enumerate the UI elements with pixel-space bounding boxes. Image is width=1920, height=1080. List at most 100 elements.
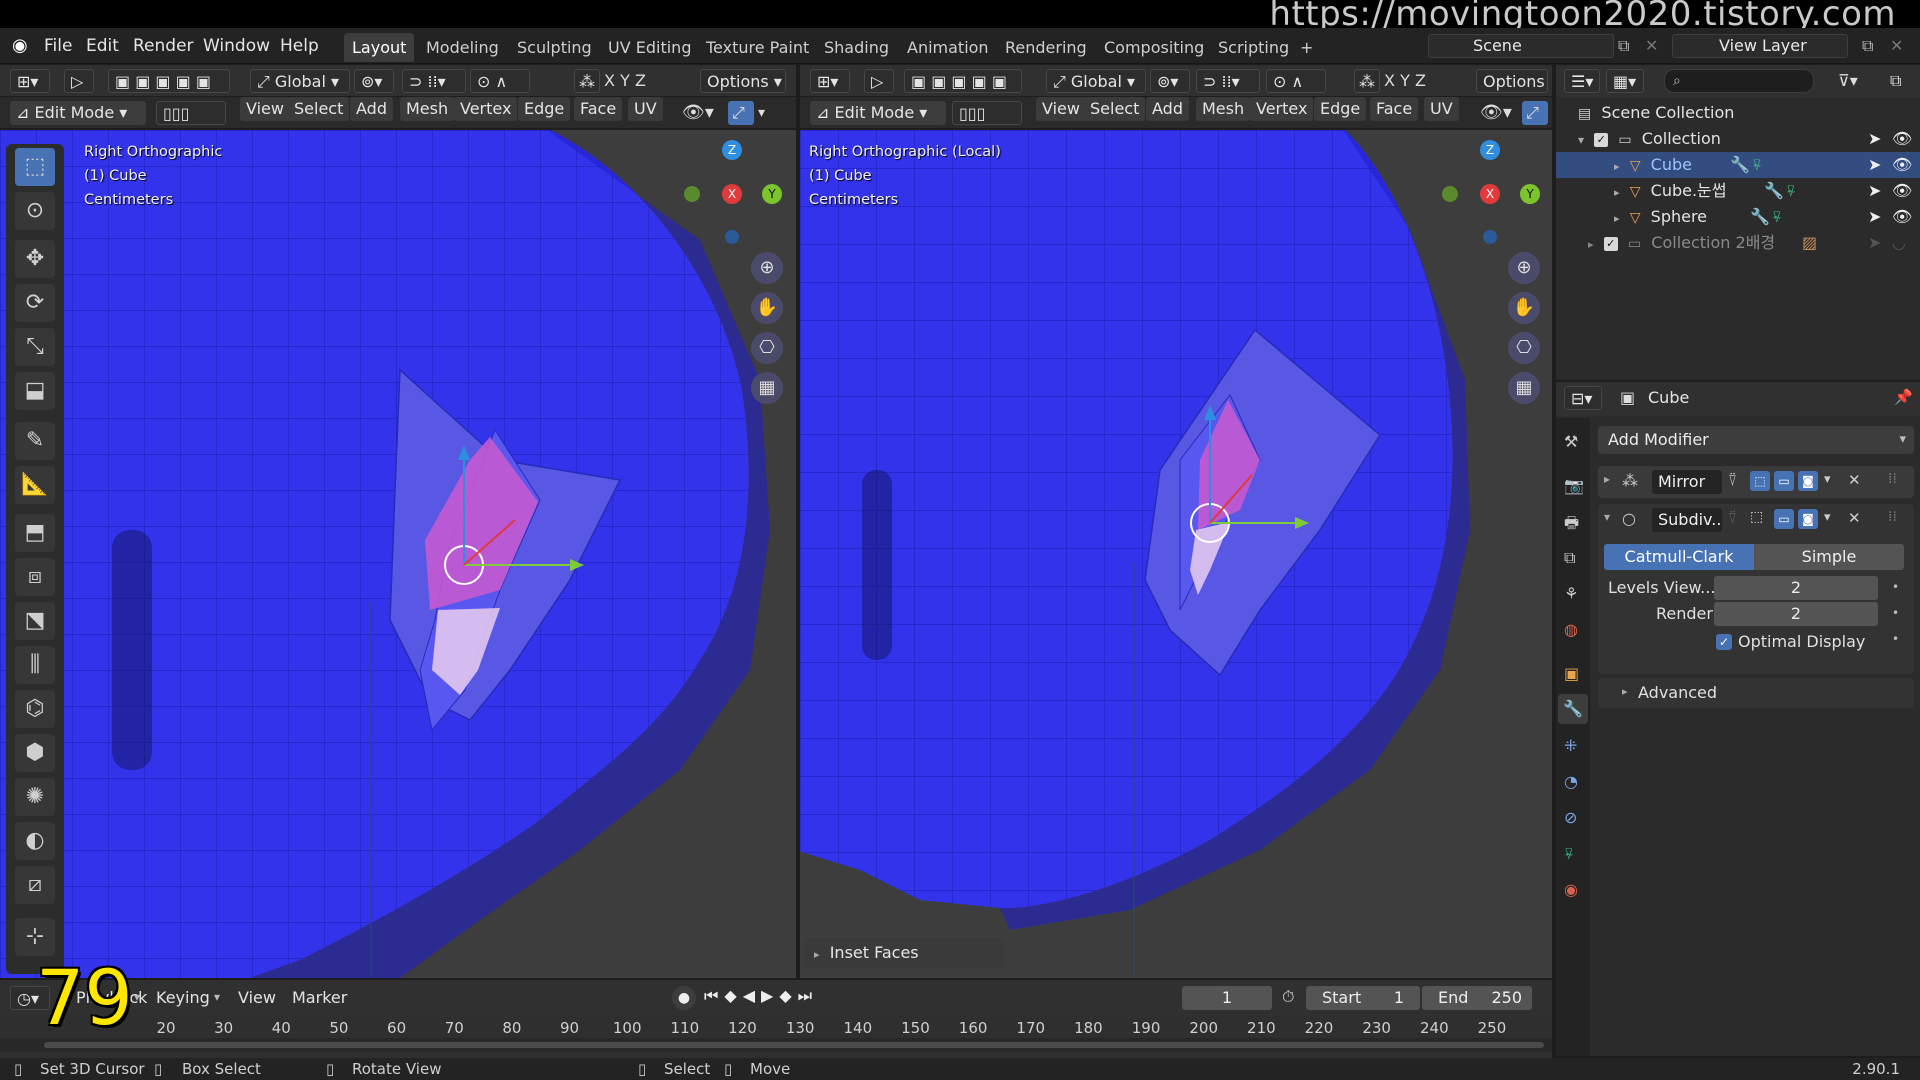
blender-logo-icon[interactable]: ◉ [12,36,34,56]
visibility-icon[interactable]: 👁▾ [682,101,714,125]
gizmo-y-axis[interactable]: Y [762,184,782,204]
tab-sculpting[interactable]: Sculpting [509,33,600,62]
outliner-item-sphere[interactable]: ▸ ▽ Sphere 🔧 ⍫ ➤ 👁 [1614,204,1912,230]
eye-icon[interactable]: 👁 [1892,152,1912,178]
view-layer-selector[interactable]: View Layer [1672,34,1848,58]
collection-checkbox[interactable]: ✓ [1594,132,1609,147]
tab-uv-editing[interactable]: UV Editing [600,33,699,62]
proportional-edit-right[interactable]: ⊙ ∧ [1266,69,1326,93]
tab-texture-paint[interactable]: Texture Paint [698,33,817,62]
menu-face[interactable]: Face [574,97,623,121]
cage-toggle-icon[interactable]: ⬚ [1750,471,1770,491]
mirror-options-icon-right[interactable]: ⁂ [1354,69,1380,93]
loop-cut-tool-icon[interactable]: ⫼ [15,646,55,684]
knife-tool-icon[interactable]: ⌬ [15,690,55,728]
gizmo-neg-y[interactable] [684,186,700,202]
menu-vertex[interactable]: Vertex [454,97,518,121]
properties-editor-type[interactable]: ⊟▾ [1564,386,1602,410]
tab-layout[interactable]: Layout [344,33,415,62]
display-mode-dropdown[interactable]: ▦▾ [1606,69,1644,93]
modifier-wrench-icon[interactable]: 🔧 [1764,178,1784,204]
proportional-edit[interactable]: ⊙ ∧ [470,69,530,93]
move-tool-icon[interactable]: ✥ [15,240,55,278]
select-arrow-icon[interactable]: ➤ [1868,178,1881,204]
annotate-tool-icon[interactable]: ✎ [15,422,55,460]
start-frame-field[interactable]: Start 1 [1306,986,1420,1010]
right-3d-viewport[interactable]: Right Orthographic (Local) (1) Cube Cent… [800,130,1552,978]
scale-tool-icon[interactable]: ⤡ [15,328,55,366]
new-collection-icon[interactable]: ⧉ [1890,69,1901,93]
drag-handle-icon[interactable]: ⁞⁞ [1888,471,1897,487]
simple-button[interactable]: Simple [1754,544,1904,570]
mirror-axes-right[interactable]: X Y Z [1384,69,1426,93]
add-workspace-button[interactable]: + [1292,33,1321,62]
select-mode-toggle-right[interactable]: ▯▯▯ [952,101,1022,125]
menu-mesh[interactable]: Mesh [400,97,455,121]
menu-view[interactable]: View [240,97,290,121]
menu-select[interactable]: Select [288,97,350,121]
gizmo-neg-z[interactable] [725,230,739,244]
menu-render[interactable]: Render [133,28,194,64]
advanced-subpanel[interactable]: ▸ Advanced [1598,678,1914,708]
gizmo-dropdown-icon[interactable]: ▾ [758,101,765,125]
menu-select-right[interactable]: Select [1084,97,1146,121]
gizmo-neg-y-right[interactable] [1442,186,1458,202]
orientation-dropdown-right[interactable]: ⤢ Global ▾ [1046,69,1146,93]
poly-build-tool-icon[interactable]: ⬢ [15,734,55,772]
edit-mode-toggle-icon[interactable]: ⍢ [1728,509,1737,527]
edit-mode-toggle-icon[interactable]: ⍢ [1728,471,1737,489]
levels-view-field[interactable]: 2 [1714,576,1878,600]
gizmo-toggle-icon[interactable]: ⤢ [728,101,754,125]
menu-edit[interactable]: Edit [86,28,119,64]
modifier-wrench-icon[interactable]: 🔧 [1750,204,1770,230]
gizmo-y-axis-right[interactable]: Y [1520,184,1540,204]
subdiv-modifier-name[interactable]: Subdiv... [1652,508,1722,532]
zoom-icon[interactable]: ⊕ [751,252,783,284]
timeline-scrollbar[interactable] [44,1042,1544,1048]
modifier-wrench-icon[interactable]: 🔧 [1730,152,1750,178]
playback-controls[interactable]: ⏮◆◀▶◆⏭ [704,986,818,1006]
select-arrow-icon[interactable]: ➤ [1868,204,1881,230]
last-operator-panel[interactable]: ▸ Inset Faces [804,938,1004,968]
pan-hand-icon[interactable]: ✋ [751,292,783,324]
optimal-display-checkbox[interactable]: ✓ [1716,634,1732,650]
close-view-layer-icon[interactable]: ✕ [1890,36,1903,55]
shrink-fatten-tool-icon[interactable]: ⊹ [15,918,55,956]
hidden-eye-icon[interactable]: ◡ [1892,230,1906,256]
left-3d-viewport[interactable]: Right Orthographic (1) Cube Centimeters … [0,130,796,978]
mirror-axes[interactable]: X Y Z [604,69,646,93]
pin-icon[interactable]: 📌 [1894,388,1913,406]
gizmo-z-axis[interactable]: Z [722,140,742,160]
record-button[interactable]: ● [672,986,696,1010]
menu-window[interactable]: Window [203,28,270,64]
select-mode-toggle[interactable]: ▯▯▯ [156,101,226,125]
menu-file[interactable]: File [44,28,72,64]
keyframe-dot-icon[interactable]: • [1892,606,1899,620]
inset-tool-icon[interactable]: ⧈ [15,558,55,596]
constraints-tab-icon[interactable]: ⊘ [1564,808,1577,827]
select-arrow-icon[interactable]: ➤ [1868,152,1881,178]
mode-dropdown[interactable]: ⊿ Edit Mode ▾ [10,101,146,125]
mesh-data-icon[interactable]: ⍫ [1772,204,1782,230]
gizmo-x-axis-right[interactable]: X [1480,184,1500,204]
outliner-search-input[interactable]: ⌕ [1664,69,1814,93]
scene-tab-icon[interactable]: ⚘ [1564,584,1578,603]
eye-icon[interactable]: 👁 [1892,204,1912,230]
drag-handle-icon[interactable]: ⁞⁞ [1888,509,1897,525]
visibility-icon-right[interactable]: 👁▾ [1480,101,1512,125]
mesh-data-icon[interactable]: ⍫ [1752,152,1762,178]
mirror-modifier-name[interactable]: Mirror [1652,470,1722,494]
menu-edge[interactable]: Edge [518,97,571,121]
gizmo-z-axis-right[interactable]: Z [1480,140,1500,160]
menu-add-right[interactable]: Add [1146,97,1189,121]
pan-hand-icon-right[interactable]: ✋ [1508,292,1540,324]
ortho-grid-icon-right[interactable]: ▦ [1508,372,1540,404]
select-mode-buttons-right[interactable]: ▣ ▣ ▣ ▣ ▣ [904,69,1022,93]
object-tab-icon[interactable]: ▣ [1564,664,1579,683]
gizmo-toggle-icon-right[interactable]: ⤢ [1522,101,1548,125]
gizmo-neg-z-right[interactable] [1483,230,1497,244]
tab-compositing[interactable]: Compositing [1096,33,1212,62]
extrude-tool-icon[interactable]: ⬒ [15,514,55,552]
collapse-arrow-icon[interactable]: ▾ [1604,510,1610,524]
mirror-options-icon[interactable]: ⁂ [574,69,600,93]
